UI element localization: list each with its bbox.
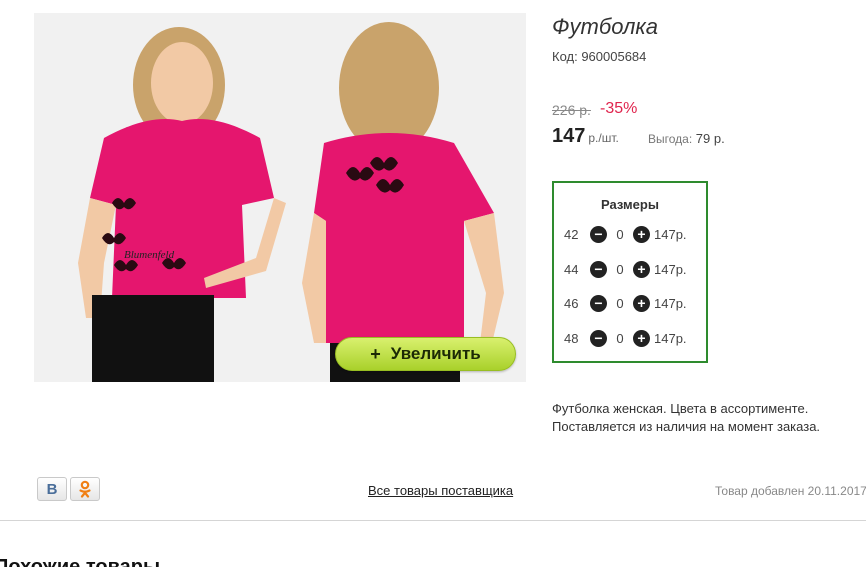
divider <box>0 520 866 521</box>
discount-badge: -35% <box>600 100 638 117</box>
product-title: Футболка <box>552 14 658 39</box>
plus-icon[interactable]: + <box>633 260 650 278</box>
size-row: 44 − 0 + 147р. <box>564 259 687 279</box>
zoom-button[interactable]: + Увеличить <box>335 337 516 371</box>
plus-icon[interactable]: + <box>633 225 650 243</box>
back-view-model <box>302 22 504 382</box>
size-row: 48 − 0 + 147р. <box>564 328 687 348</box>
size-price: 147р. <box>654 295 687 311</box>
plus-icon: + <box>370 343 381 364</box>
zoom-button-label: Увеличить <box>390 344 481 363</box>
size-label: 42 <box>564 226 579 242</box>
plus-icon[interactable]: + <box>633 294 650 312</box>
social-share: В <box>37 477 100 501</box>
supplier-products-link[interactable]: Все товары поставщика <box>368 483 513 498</box>
front-view-model: Blumenfeld <box>78 27 286 382</box>
sizes-panel: Размеры 42 − 0 + 147р. 44 − 0 + 147р. 46… <box>552 181 708 363</box>
old-price: 226 р. <box>552 102 591 118</box>
vk-icon: В <box>46 480 58 498</box>
size-row: 42 − 0 + 147р. <box>564 224 687 244</box>
size-label: 44 <box>564 261 579 277</box>
quantity-value: 0 <box>616 330 624 346</box>
product-image[interactable]: Blumenfeld <box>34 13 526 382</box>
odnoklassniki-icon <box>79 480 91 498</box>
benefit-label: Выгода: <box>648 132 693 146</box>
size-label: 46 <box>564 295 579 311</box>
minus-icon[interactable]: − <box>590 329 607 347</box>
size-price: 147р. <box>654 226 687 242</box>
price-value: 147 <box>552 125 586 147</box>
benefit: Выгода: 79 р. <box>648 131 725 146</box>
minus-icon[interactable]: − <box>590 260 607 278</box>
vk-share-button[interactable]: В <box>37 477 67 501</box>
size-row: 46 − 0 + 147р. <box>564 293 687 313</box>
plus-icon[interactable]: + <box>633 329 650 347</box>
quantity-value: 0 <box>616 226 624 242</box>
sizes-title: Размеры <box>601 197 659 212</box>
size-label: 48 <box>564 330 579 346</box>
added-date: Товар добавлен 20.11.2017 <box>715 484 866 498</box>
odnoklassniki-share-button[interactable] <box>70 477 100 501</box>
size-price: 147р. <box>654 261 687 277</box>
product-code: Код: 960005684 <box>552 49 647 64</box>
quantity-value: 0 <box>616 261 624 277</box>
minus-icon[interactable]: − <box>590 225 607 243</box>
price: 147 р./шт. <box>552 125 619 148</box>
product-photo: Blumenfeld <box>78 22 504 382</box>
product-description: Футболка женская. Цвета в ассортименте. … <box>552 401 821 434</box>
quantity-value: 0 <box>616 295 624 311</box>
product-page: Blumenfeld + Увеличить Футболка Код: 960… <box>0 0 866 567</box>
similar-products-heading: Похожие товары <box>0 556 161 567</box>
benefit-value: 79 р. <box>695 131 725 146</box>
minus-icon[interactable]: − <box>590 294 607 312</box>
size-price: 147р. <box>654 330 687 346</box>
price-unit: р./шт. <box>588 131 619 145</box>
